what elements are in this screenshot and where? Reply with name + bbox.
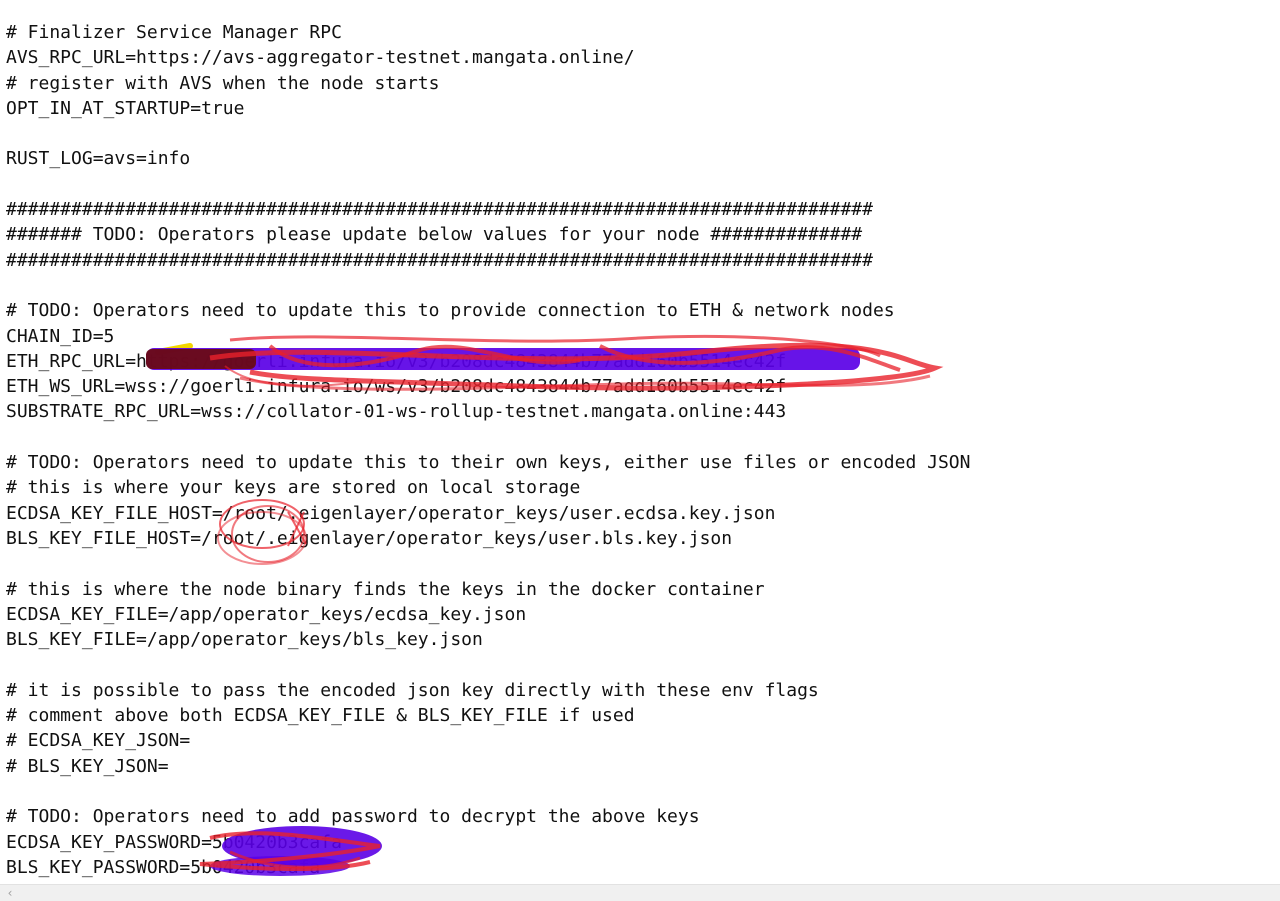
code-line: # Finalizer Service Manager RPC <box>6 22 342 43</box>
code-line: SUBSTRATE_RPC_URL=wss://collator-01-ws-r… <box>6 401 787 423</box>
code-line: ECDSA_KEY_FILE_HOST=/root/.eigenlayer/op… <box>6 502 776 524</box>
code-line: AVS_RPC_URL=https://avs-aggregator-testn… <box>6 47 635 69</box>
code-line: # ECDSA_KEY_JSON= <box>6 730 191 752</box>
code-line: # BLS_KEY_JSON= <box>6 755 169 777</box>
text-editor[interactable]: # Finalizer Service Manager RPC AVS_RPC_U… <box>0 0 1280 884</box>
code-line: # it is possible to pass the encoded jso… <box>6 679 819 701</box>
code-text[interactable]: # Finalizer Service Manager RPC AVS_RPC_U… <box>6 20 971 880</box>
code-line: BLS_KEY_PASSWORD=5b0420b3cafa <box>6 856 321 878</box>
code-line: ETH_WS_URL=wss://goerli.infura.io/ws/v3/… <box>6 376 787 398</box>
code-line: # TODO: Operators need to add password t… <box>6 806 700 828</box>
code-line: CHAIN_ID=5 <box>6 325 115 347</box>
code-line: # register with AVS when the node starts <box>6 72 440 94</box>
scrollbar-thumb[interactable] <box>18 888 1258 897</box>
horizontal-scrollbar[interactable]: ‹ <box>0 884 1280 901</box>
scroll-left-arrow-icon[interactable]: ‹ <box>4 886 16 900</box>
code-line: # TODO: Operators need to update this to… <box>6 452 971 474</box>
code-line: ECDSA_KEY_FILE=/app/operator_keys/ecdsa_… <box>6 603 527 625</box>
code-line: OPT_IN_AT_STARTUP=true <box>6 97 245 119</box>
code-line: BLS_KEY_FILE_HOST=/root/.eigenlayer/oper… <box>6 527 733 549</box>
code-line: # this is where your keys are stored on … <box>6 477 581 499</box>
code-line: ########################################… <box>6 249 873 271</box>
code-line: ETH_RPC_URL=https://goerli.infura.io/v3/… <box>6 350 787 372</box>
code-line: ########################################… <box>6 199 873 221</box>
code-line: # this is where the node binary finds th… <box>6 578 765 600</box>
code-line: # TODO: Operators need to update this to… <box>6 300 895 322</box>
code-line: RUST_LOG=avs=info <box>6 148 191 170</box>
code-line: ####### TODO: Operators please update be… <box>6 224 863 246</box>
code-line: # comment above both ECDSA_KEY_FILE & BL… <box>6 705 635 727</box>
code-line: BLS_KEY_FILE=/app/operator_keys/bls_key.… <box>6 629 483 651</box>
code-line: ECDSA_KEY_PASSWORD=5b0420b3cafa <box>6 831 342 853</box>
